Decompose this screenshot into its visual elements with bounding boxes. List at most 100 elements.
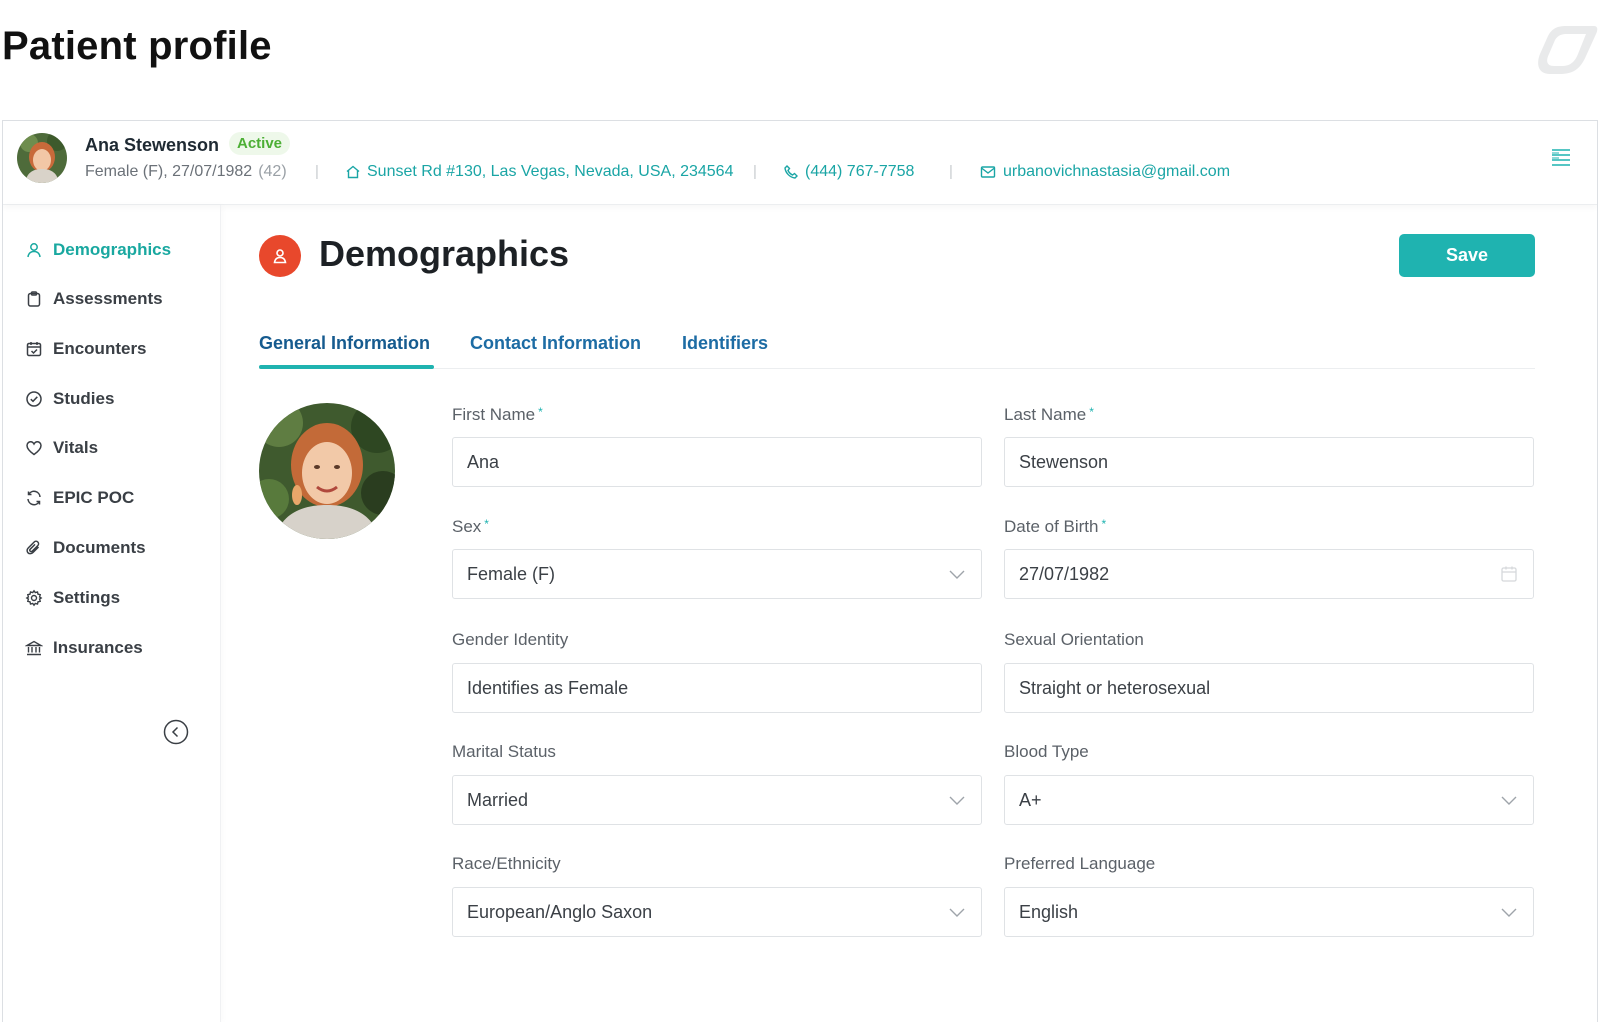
- patient-email[interactable]: urbanovichnastasia@gmail.com: [979, 163, 1230, 181]
- blood-type-label: Blood Type: [1004, 742, 1089, 761]
- sexual-orientation-value: Straight or heterosexual: [1019, 677, 1211, 698]
- sidebar-item-insurances[interactable]: Insurances: [25, 635, 143, 661]
- refresh-icon: [27, 490, 41, 506]
- sidebar-item-label: Encounters: [53, 339, 147, 358]
- chevron-down-icon: [1501, 796, 1517, 805]
- sidebar-item-epic-poc[interactable]: EPIC POC: [25, 485, 134, 511]
- check-circle-icon: [26, 391, 42, 407]
- required-mark: *: [538, 405, 543, 419]
- sidebar-item-label: Insurances: [53, 638, 143, 657]
- user-icon: [273, 249, 287, 264]
- sidebar-item-documents[interactable]: Documents: [25, 535, 146, 561]
- active-tab-indicator: [259, 365, 434, 369]
- collapse-sidebar-button[interactable]: [163, 719, 189, 745]
- patient-header: Ana Stewenson Active Female (F), 27/07/1…: [3, 121, 1597, 205]
- last-name-field[interactable]: Stewenson: [1004, 437, 1534, 487]
- dob-label-text: Date of Birth: [1004, 517, 1099, 536]
- sidebar-item-label: Vitals: [53, 438, 99, 457]
- marital-status-value: Married: [467, 789, 529, 810]
- last-name-label: Last Name *: [1004, 405, 1094, 425]
- sidebar-item-encounters[interactable]: Encounters: [25, 336, 147, 362]
- status-badge: Active: [229, 132, 291, 155]
- patient-profile-panel: Ana Stewenson Active Female (F), 27/07/1…: [2, 120, 1598, 1022]
- sidebar-item-demographics[interactable]: Demographics: [25, 237, 171, 263]
- sidebar-item-vitals[interactable]: Vitals: [25, 435, 98, 461]
- marital-status-select[interactable]: Married: [452, 775, 982, 825]
- header-separator: |: [315, 163, 319, 180]
- sidebar-item-label: Demographics: [53, 240, 172, 259]
- chevron-down-icon: [949, 796, 965, 805]
- sexual-orientation-label: Sexual Orientation: [1004, 630, 1144, 649]
- demographics-section-icon: [259, 235, 301, 277]
- patient-address[interactable]: Sunset Rd #130, Las Vegas, Nevada, USA, …: [345, 163, 733, 181]
- race-ethnicity-select[interactable]: European/Anglo Saxon: [452, 887, 982, 937]
- sex-label: Sex *: [452, 517, 489, 537]
- patient-address-text: Sunset Rd #130, Las Vegas, Nevada, USA, …: [367, 163, 734, 180]
- sex-value: Female (F): [467, 563, 556, 584]
- patient-phone-text: (444) 767-7758: [805, 163, 915, 180]
- patient-avatar: [17, 133, 67, 183]
- first-name-label: First Name *: [452, 405, 543, 425]
- tab-bar: General Information Contact Information …: [259, 325, 1535, 369]
- last-name-label-text: Last Name: [1004, 405, 1087, 424]
- dob-field[interactable]: 27/07/1982: [1004, 549, 1534, 599]
- calendar-check-icon: [26, 342, 42, 357]
- sidebar-item-assessments[interactable]: Assessments: [25, 286, 163, 312]
- sidebar: Demographics Assessments Encounters Stud…: [3, 205, 221, 1022]
- patient-name: Ana Stewenson: [85, 135, 220, 155]
- gender-identity-field[interactable]: Identifies as Female: [452, 663, 982, 713]
- sex-label-text: Sex: [452, 517, 482, 536]
- mail-icon: [980, 166, 996, 178]
- patient-phone[interactable]: (444) 767-7758: [783, 163, 914, 181]
- gender-identity-value: Identifies as Female: [467, 677, 629, 698]
- tab-general-information[interactable]: General Information: [259, 333, 430, 354]
- profile-photo[interactable]: [259, 403, 395, 539]
- list-menu-icon[interactable]: [1549, 145, 1573, 169]
- patient-age: (42): [258, 163, 287, 180]
- preferred-language-value: English: [1019, 901, 1079, 922]
- first-name-label-text: First Name: [452, 405, 536, 424]
- user-icon: [27, 243, 41, 258]
- save-button[interactable]: Save: [1399, 234, 1535, 277]
- sidebar-item-label: Settings: [53, 588, 121, 607]
- marital-status-label: Marital Status: [452, 742, 556, 761]
- sex-select[interactable]: Female (F): [452, 549, 982, 599]
- clipboard-icon: [27, 291, 41, 307]
- sidebar-item-settings[interactable]: Settings: [25, 585, 120, 611]
- preferred-language-label: Preferred Language: [1004, 854, 1156, 873]
- gender-identity-label: Gender Identity: [452, 630, 569, 649]
- sidebar-item-label: Studies: [53, 389, 115, 408]
- gear-icon: [25, 589, 43, 607]
- patient-sex-dob-text: Female (F), 27/07/1982: [85, 163, 253, 180]
- heart-icon: [26, 441, 42, 456]
- dob-value: 27/07/1982: [1019, 563, 1110, 584]
- blood-type-value: A+: [1019, 789, 1042, 810]
- section-title: Demographics: [319, 233, 570, 274]
- sexual-orientation-field[interactable]: Straight or heterosexual: [1004, 663, 1534, 713]
- patient-sex-dob: Female (F), 27/07/1982 (42): [85, 163, 287, 181]
- required-mark: *: [1101, 517, 1107, 531]
- required-mark: *: [1089, 405, 1094, 419]
- chevron-down-icon: [949, 908, 965, 917]
- calendar-icon[interactable]: [1499, 564, 1519, 584]
- header-separator: |: [753, 163, 757, 180]
- sidebar-item-studies[interactable]: Studies: [25, 386, 114, 412]
- page-title: Patient profile: [2, 24, 272, 68]
- preferred-language-select[interactable]: English: [1004, 887, 1534, 937]
- tab-contact-information[interactable]: Contact Information: [470, 333, 641, 354]
- race-ethnicity-label: Race/Ethnicity: [452, 854, 561, 873]
- last-name-value: Stewenson: [1019, 451, 1109, 472]
- patient-email-text: urbanovichnastasia@gmail.com: [1003, 163, 1231, 180]
- race-ethnicity-value: European/Anglo Saxon: [467, 901, 653, 922]
- header-separator: |: [949, 163, 953, 180]
- blood-type-select[interactable]: A+: [1004, 775, 1534, 825]
- home-icon: [346, 165, 360, 179]
- chevron-down-icon: [1501, 908, 1517, 917]
- sidebar-item-label: Assessments: [53, 289, 163, 308]
- required-mark: *: [484, 517, 489, 531]
- tab-identifiers[interactable]: Identifiers: [682, 333, 768, 354]
- first-name-field[interactable]: Ana: [452, 437, 982, 487]
- chevron-down-icon: [949, 570, 965, 579]
- brand-logo-icon: [1538, 26, 1598, 74]
- first-name-value: Ana: [467, 451, 500, 472]
